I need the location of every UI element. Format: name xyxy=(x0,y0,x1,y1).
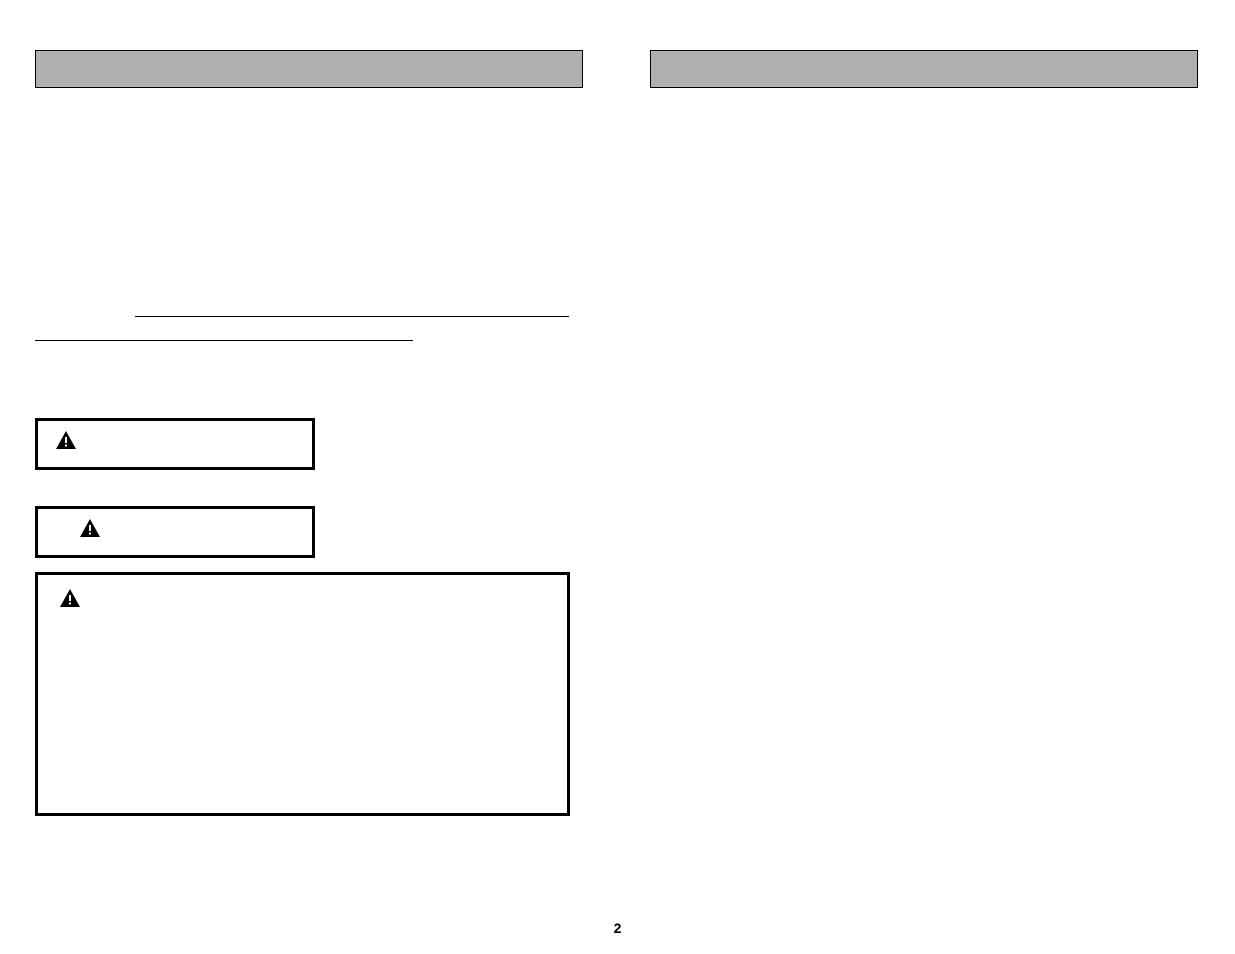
warning-box-warning xyxy=(35,506,315,558)
warning-box-large xyxy=(35,572,570,816)
page-number: 2 xyxy=(614,920,622,936)
right-section-header xyxy=(650,50,1198,88)
rule-segment-2 xyxy=(35,340,413,341)
document-page: 2 xyxy=(0,0,1235,954)
alert-triangle-icon xyxy=(56,587,84,611)
left-section-header xyxy=(35,50,583,88)
warning-box-danger xyxy=(35,418,315,470)
alert-triangle-icon xyxy=(52,429,80,453)
right-column xyxy=(650,50,1198,88)
alert-triangle-icon xyxy=(76,517,104,541)
left-column xyxy=(35,50,583,816)
rule-segment-1 xyxy=(135,316,569,317)
